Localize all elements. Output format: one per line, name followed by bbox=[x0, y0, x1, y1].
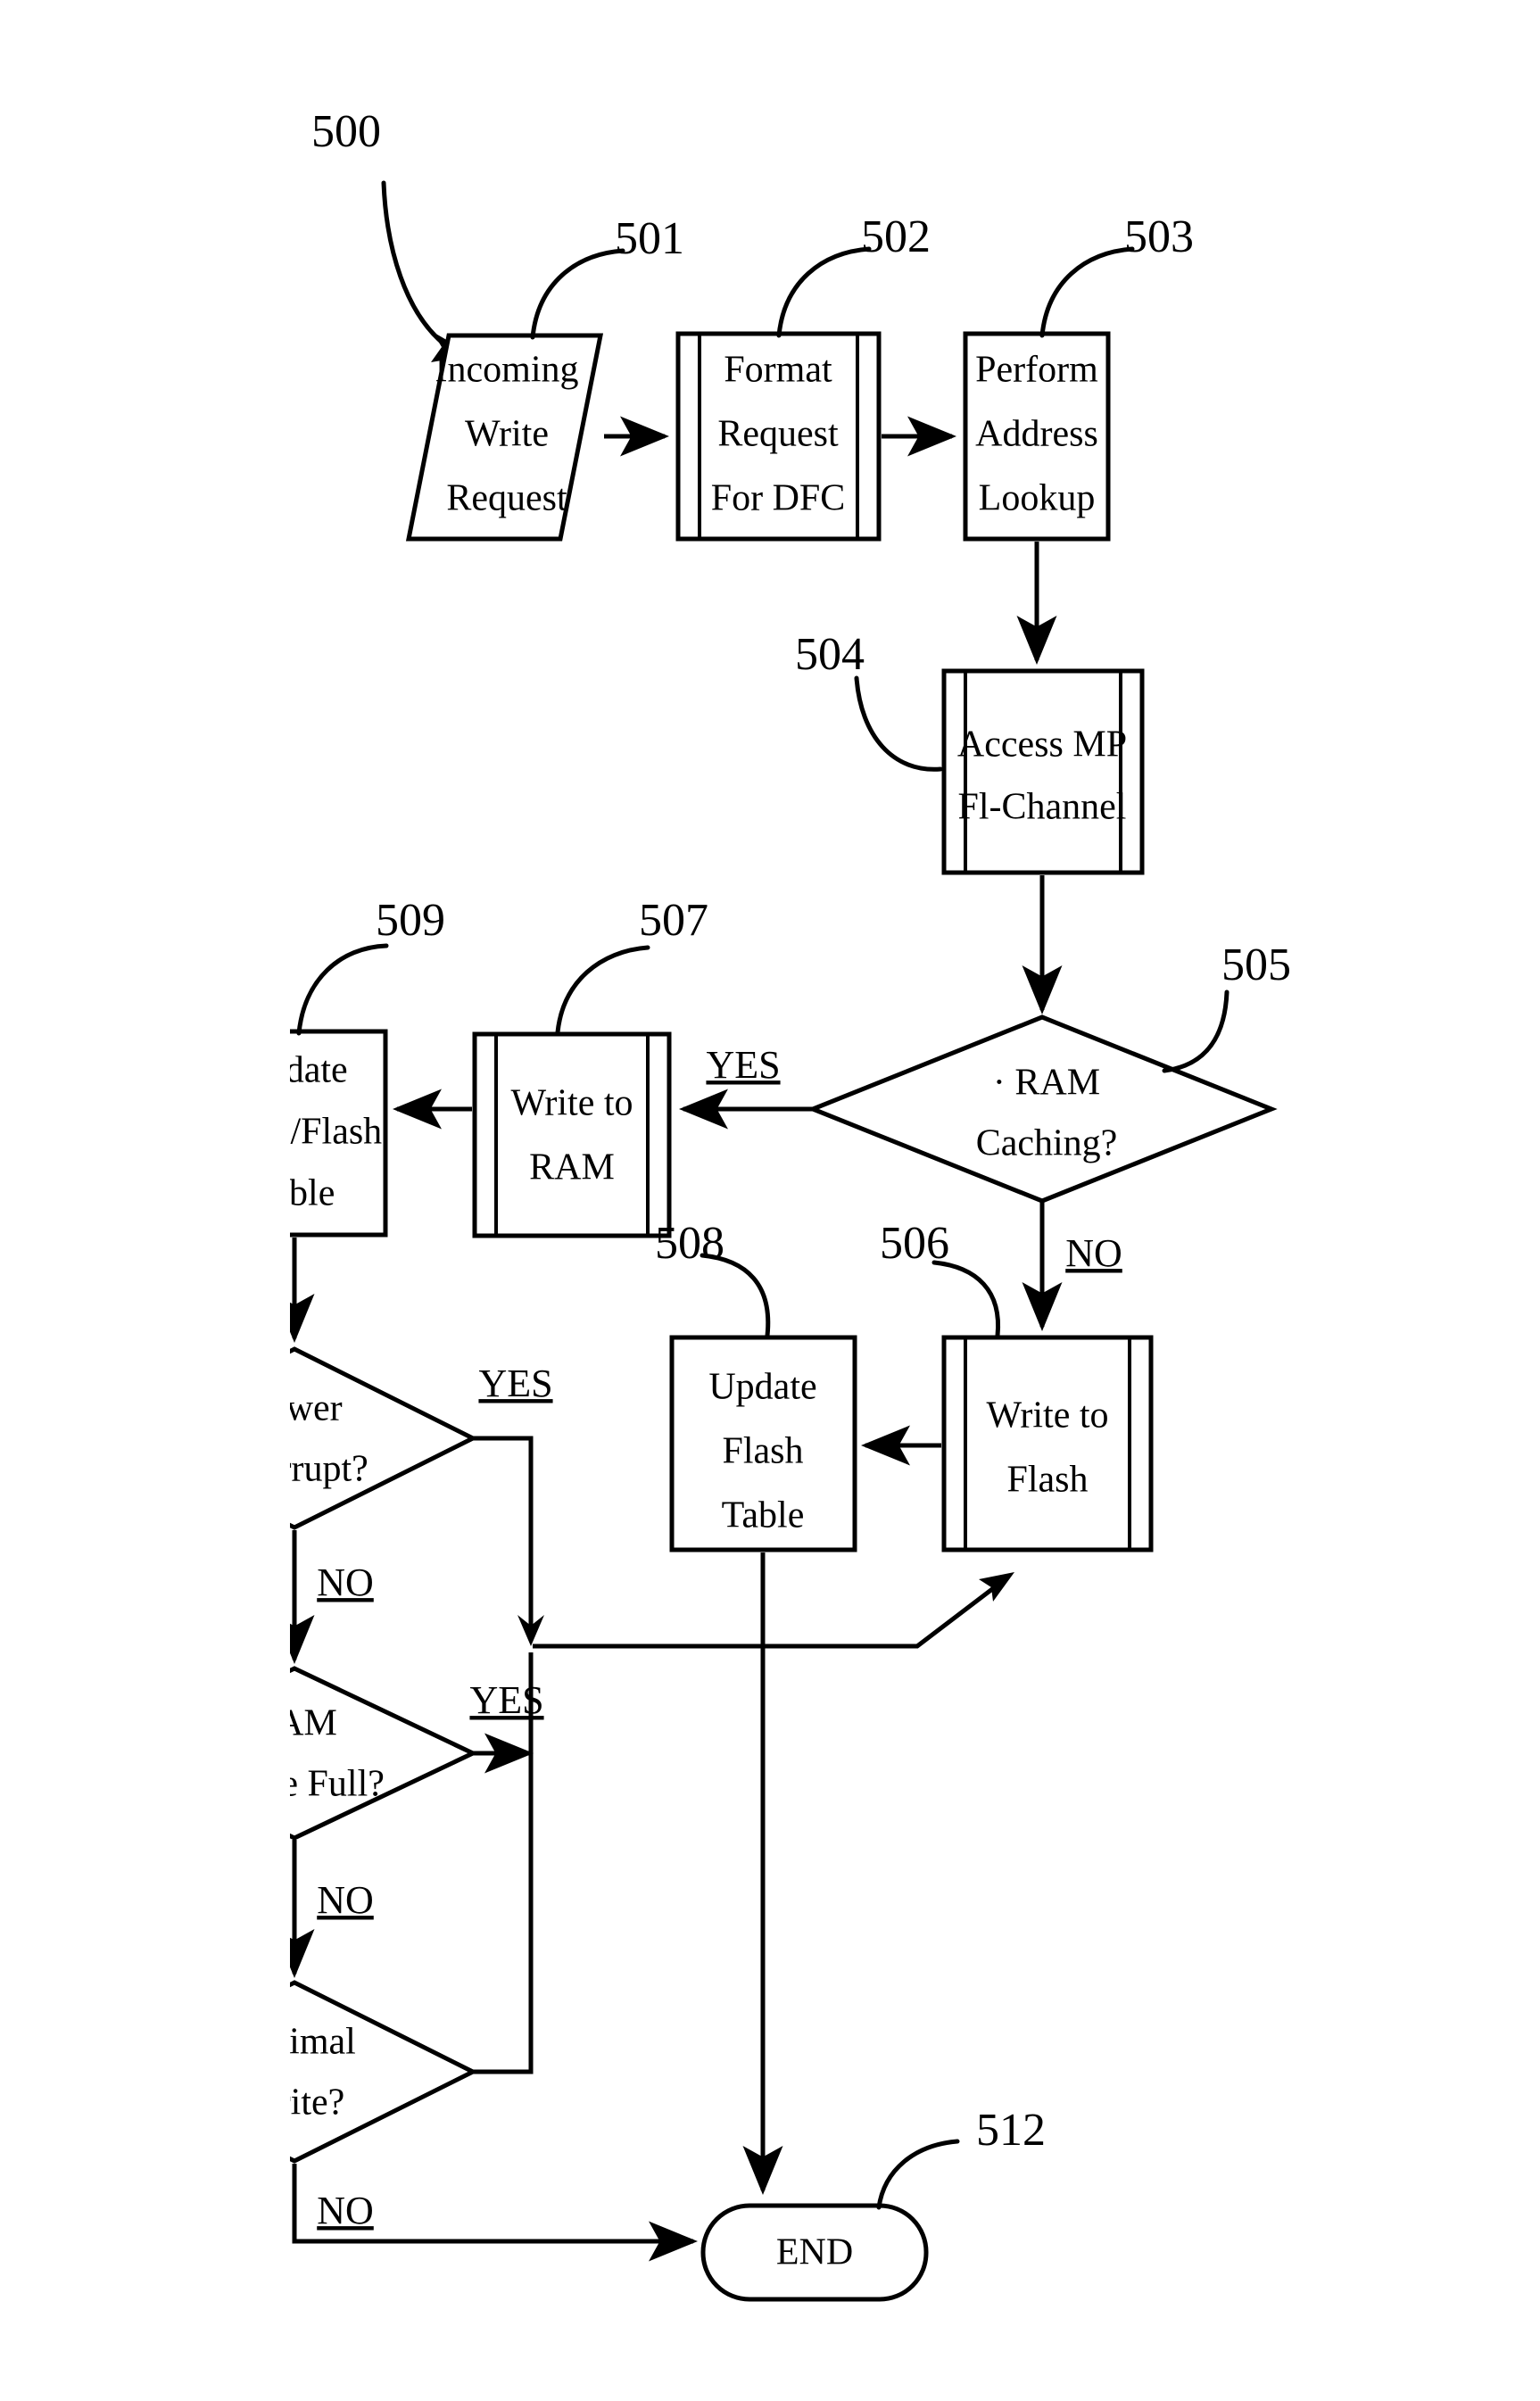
node-optimalwrite-label-1: Optimal bbox=[290, 2022, 356, 2063]
node-perform-label-1: Perform bbox=[975, 350, 1098, 391]
node-updateflash-label-3: Table bbox=[722, 1495, 805, 1536]
ref-508: 508 bbox=[655, 1218, 724, 1269]
node-perform-label-3: Lookup bbox=[979, 478, 1096, 519]
node-perform-label-2: Address bbox=[975, 414, 1098, 455]
node-access-label-2: Fl-Channel bbox=[958, 787, 1127, 828]
edge-label-optimalwrite-no: NO bbox=[317, 2189, 374, 2232]
node-writeflash-label-2: Flash bbox=[1006, 1460, 1088, 1501]
node-updateramflash-label-3: Table bbox=[290, 1173, 335, 1214]
flowchart-text-layer: 500 Incoming Write Request 501 Format Re… bbox=[290, 106, 1291, 2273]
edge-label-ramcachefull-yes: YES bbox=[469, 1678, 543, 1722]
node-format-label-2: Request bbox=[717, 414, 839, 455]
ref-512-end: 512 bbox=[976, 2105, 1046, 2156]
node-ramcaching-label-1: · RAM bbox=[993, 1063, 1100, 1104]
ref-506: 506 bbox=[880, 1218, 949, 1269]
node-incoming-label-2: Write bbox=[465, 414, 549, 455]
node-ramcachefull-label-1: RAM bbox=[290, 1703, 337, 1744]
node-incoming-label-3: Request bbox=[446, 478, 567, 519]
node-writeram-label-1: Write to bbox=[510, 1083, 633, 1124]
node-updateflash-label-2: Flash bbox=[722, 1431, 803, 1472]
node-writeflash-label-1: Write to bbox=[986, 1395, 1108, 1436]
figure-canvas: 500 Incoming Write Request 501 Format Re… bbox=[0, 0, 1540, 2401]
node-ramcachefull-label-2: Cache Full? bbox=[290, 1764, 385, 1805]
node-format-label-3: For DFC bbox=[711, 478, 846, 519]
node-ramcaching-label-2: Caching? bbox=[976, 1123, 1118, 1164]
edge-label-powerinterrupt-yes: YES bbox=[478, 1362, 552, 1405]
ref-503: 503 bbox=[1124, 211, 1194, 262]
ref-500: 500 bbox=[311, 106, 381, 157]
edge-label-ramcaching-yes: YES bbox=[706, 1043, 780, 1087]
ref-507: 507 bbox=[639, 895, 708, 946]
node-writeram-label-2: RAM bbox=[529, 1147, 615, 1188]
node-access-label-1: Access MP bbox=[957, 724, 1127, 766]
node-updateramflash-label-1: Update bbox=[290, 1050, 348, 1091]
ref-501: 501 bbox=[615, 213, 684, 264]
ref-504: 504 bbox=[795, 629, 865, 680]
edge-label-ramcaching-no: NO bbox=[1065, 1231, 1122, 1275]
node-optimalwrite-label-2: Write? bbox=[290, 2082, 344, 2124]
node-powerinterrupt-label-1: Power bbox=[290, 1388, 343, 1429]
node-incoming-label-1: Incoming bbox=[435, 350, 579, 391]
node-updateramflash-label-2: RAM/Flash bbox=[290, 1112, 382, 1153]
edge-label-ramcachefull-no: NO bbox=[317, 1878, 374, 1922]
ref-505: 505 bbox=[1221, 940, 1291, 990]
node-powerinterrupt-label-2: Interrupt? bbox=[290, 1449, 368, 1490]
node-end-label: END bbox=[776, 2232, 853, 2273]
ref-509: 509 bbox=[376, 895, 445, 946]
ref-502: 502 bbox=[861, 211, 931, 262]
node-updateflash-label-1: Update bbox=[708, 1367, 816, 1408]
edge-label-powerinterrupt-no: NO bbox=[317, 1561, 374, 1604]
node-format-label-1: Format bbox=[724, 350, 832, 391]
